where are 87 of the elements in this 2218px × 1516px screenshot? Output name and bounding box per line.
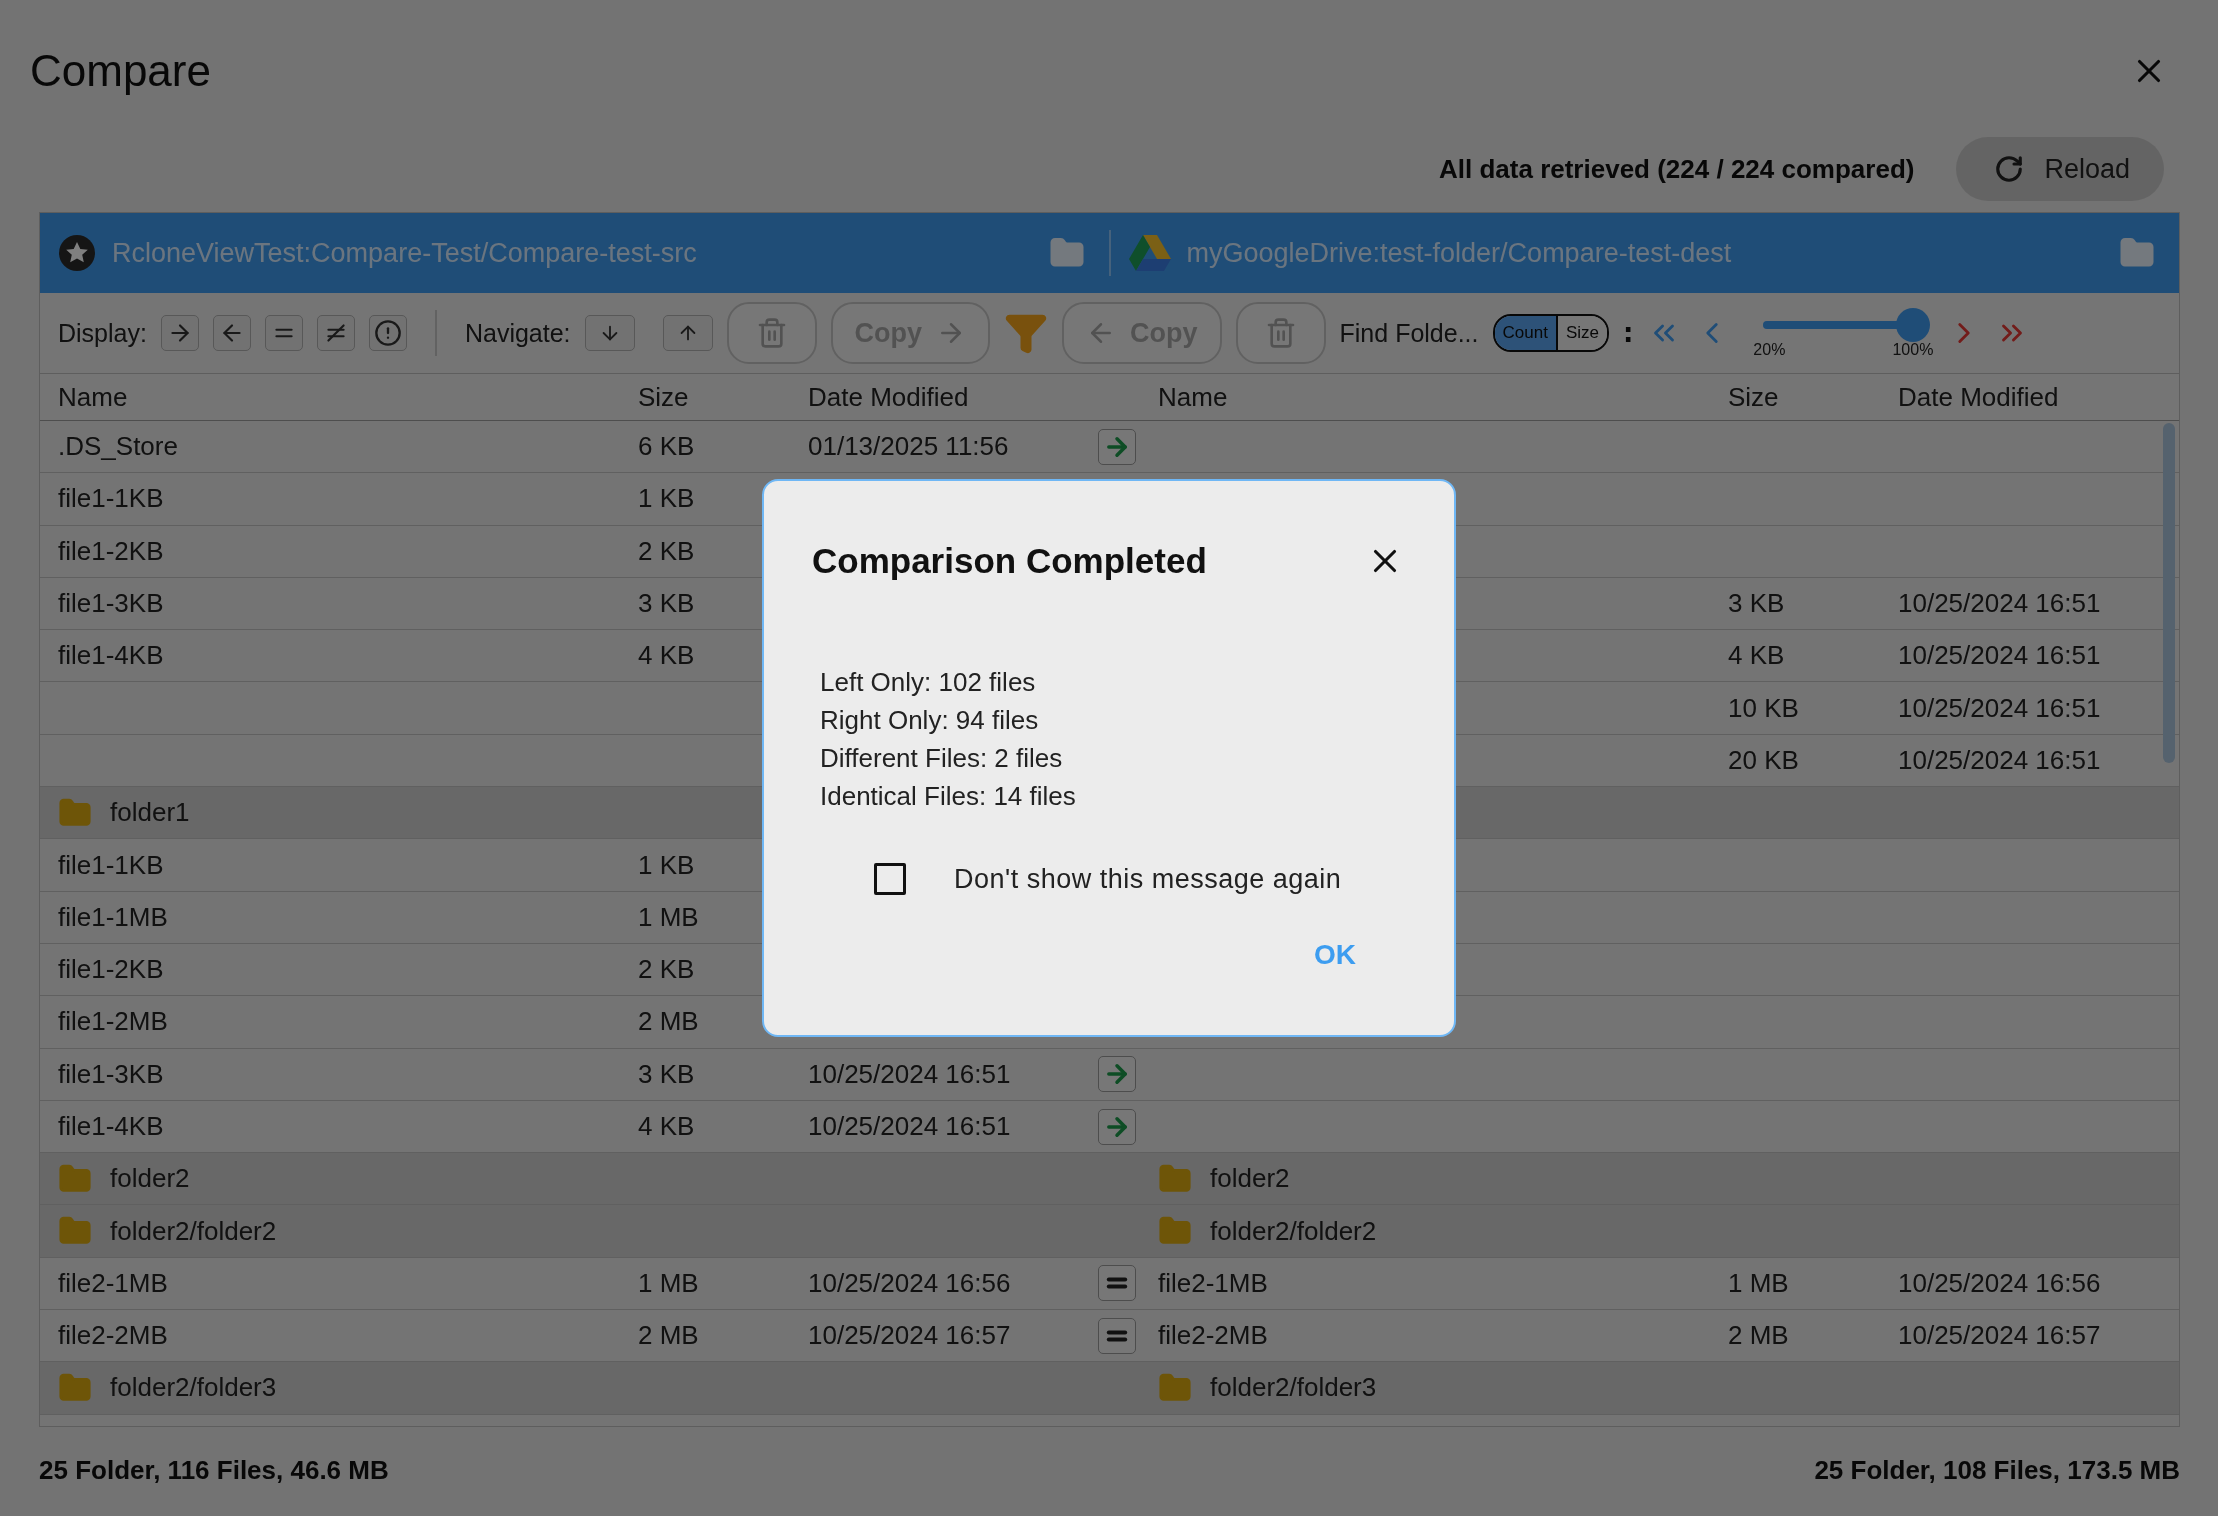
column-header[interactable]: Name [1158,381,1728,413]
drive-logo-icon [1128,235,1171,271]
file-name: file1-4KB [58,1111,164,1142]
find-folder-label: Find Folde... [1339,318,1479,348]
date-modified: 10/25/2024 16:51 [1898,640,2102,672]
file-size: 3 KB [638,588,696,620]
file-size: 2 MB [1728,1320,1790,1352]
file-name: file2-2MB [1158,1320,1268,1352]
dialog-title: Comparison Completed [812,541,1207,581]
summary-text: 25 Folder, 116 Files, 46.6 MB [39,1455,389,1486]
date-modified: 10/25/2024 16:56 [808,1267,1012,1299]
remote-path: myGoogleDrive:test-folder/Compare-test-dest [1186,237,1733,269]
date-modified: 01/13/2025 11:56 [808,431,1010,463]
summary-line: Different Files: 2 files [820,742,1064,775]
navigate-label: Navigate: [464,318,571,348]
checkbox-label[interactable]: Don't show this message again [954,863,1342,895]
file-name: file1-4KB [58,640,164,672]
folder-name: folder1 [110,797,190,829]
file-name: file1-1MB [58,901,168,933]
folder-name: folder2/folder3 [1210,1372,1377,1404]
date-modified: 10/25/2024 16:51 [1898,692,2102,724]
file-size: 10 KB [1728,692,1800,724]
checkbox[interactable] [874,863,906,895]
file-name: file2-1MB [1158,1267,1268,1299]
file-size: 1 MB [1728,1267,1790,1299]
summary-text: 25 Folder, 108 Files, 173.5 MB [1814,1455,2180,1486]
file-size: 2 MB [638,1006,700,1038]
ok-button[interactable]: OK [1310,935,1360,975]
date-modified: 10/25/2024 16:57 [808,1320,1012,1352]
file-name: .DS_Store [58,431,178,463]
column-header[interactable]: Date Modified [808,381,1098,413]
toggle-option[interactable]: Size [1555,316,1607,350]
date-modified: 10/25/2024 16:57 [1898,1320,2102,1352]
colon-label: : [1622,318,1634,348]
equals-icon[interactable] [264,315,303,351]
remote-path: RcloneViewTest:Compare-Test/Compare-test-src [112,237,698,269]
file-size: 3 KB [1728,588,1786,620]
slider-min-label: 20% [1753,341,1786,359]
file-size: 4 KB [638,1111,696,1142]
file-size: 4 KB [638,640,696,672]
file-name: file1-2MB [58,1006,168,1038]
slider-max-label: 100% [1892,341,1934,359]
column-header[interactable]: Name [58,381,638,413]
summary-line: Left Only: 102 files [820,666,1037,699]
file-size: 2 MB [638,1320,700,1352]
file-size: 2 KB [638,535,696,567]
file-size: 2 KB [638,954,696,986]
date-modified: 10/25/2024 16:56 [1898,1267,2102,1299]
column-header[interactable]: Date Modified [1898,381,2179,413]
file-size: 1 KB [638,849,696,881]
date-modified: 10/25/2024 16:51 [808,1058,1012,1090]
reload-button[interactable]: Reload [1956,137,2164,201]
file-name: file1-3KB [58,588,164,620]
column-header[interactable]: Size [1728,381,1898,413]
file-size: 4 KB [1728,640,1786,672]
date-modified: 10/25/2024 16:51 [808,1111,1012,1142]
folder-name: folder2 [110,1163,190,1195]
file-name: file2-2MB [58,1320,168,1352]
summary-line: Identical Files: 14 files [820,780,1077,813]
file-name: file1-2KB [58,954,164,986]
toggle-option[interactable]: Count [1494,316,1556,350]
file-size: 1 MB [638,901,700,933]
date-modified: 10/25/2024 16:51 [1898,744,2102,776]
file-size: 3 KB [638,1058,696,1090]
alert-icon[interactable] [368,315,407,351]
window-title: Compare [30,46,211,96]
folder-name: folder2/folder2 [1210,1215,1377,1247]
refresh-icon [1994,154,2025,184]
folder-name: folder2 [1210,1163,1290,1195]
folder-name: folder2/folder3 [110,1372,277,1404]
file-size: 1 MB [638,1267,700,1299]
file-name: file1-3KB [58,1058,164,1090]
column-header[interactable]: Size [638,381,808,413]
date-modified: 10/25/2024 16:51 [1898,588,2102,620]
file-size: 6 KB [638,431,696,463]
slider-thumb[interactable] [1896,308,1931,342]
file-size: 1 KB [638,483,696,515]
not-equal-icon[interactable] [316,315,355,351]
file-name: file1-2KB [58,535,164,567]
file-name: file1-1KB [58,849,164,881]
status-message: All data retrieved (224 / 224 compared) [1439,153,1915,185]
file-name: file2-1MB [58,1267,168,1299]
file-size: 20 KB [1728,744,1800,776]
folder-name: folder2/folder2 [110,1215,277,1247]
summary-line: Right Only: 94 files [820,704,1040,737]
file-name: file1-1KB [58,483,164,515]
display-label: Display: [58,318,147,348]
